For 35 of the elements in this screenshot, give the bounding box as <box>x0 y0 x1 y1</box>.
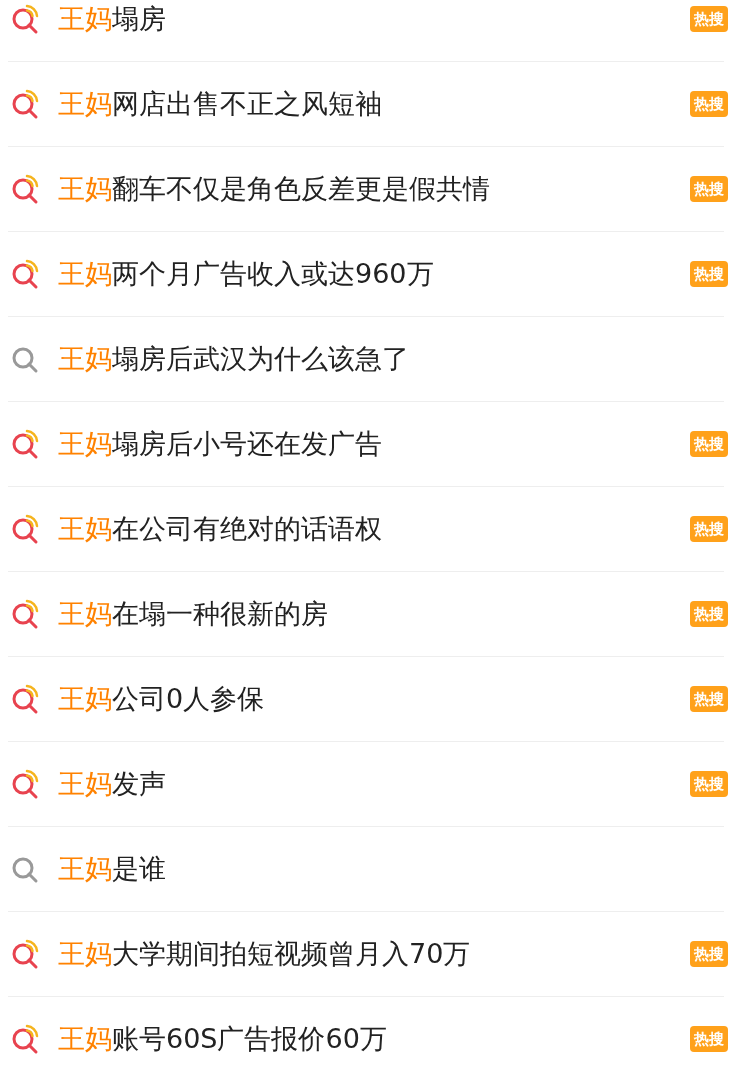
hot-badge: 热搜 <box>690 431 728 457</box>
suggestion-text: 王妈翻车不仅是角色反差更是假共情 <box>58 172 491 206</box>
hot-badge: 热搜 <box>690 771 728 797</box>
suggestion-text: 王妈在公司有绝对的话语权 <box>58 512 383 546</box>
hot-badge: 热搜 <box>690 601 728 627</box>
suggestion-text: 王妈大学期间拍短视频曾月入70万 <box>58 937 472 971</box>
suggestion-item[interactable]: 王妈塌房后武汉为什么该急了 <box>8 317 724 402</box>
hot-badge: 热搜 <box>690 516 728 542</box>
hot-badge: 热搜 <box>690 941 728 967</box>
suggestion-item[interactable]: 王妈两个月广告收入或达960万 热搜 <box>8 232 724 317</box>
hot-badge: 热搜 <box>690 1026 728 1052</box>
hot-badge: 热搜 <box>690 91 728 117</box>
suggestion-text: 王妈发声 <box>58 767 167 801</box>
suggestion-text: 王妈塌房后小号还在发广告 <box>58 427 383 461</box>
hot-badge: 热搜 <box>690 686 728 712</box>
suggestion-item[interactable]: 王妈塌房后小号还在发广告 热搜 <box>8 402 724 487</box>
hot-badge: 热搜 <box>690 261 728 287</box>
suggestion-item[interactable]: 王妈翻车不仅是角色反差更是假共情 热搜 <box>8 147 724 232</box>
suggestion-item[interactable]: 王妈网店出售不正之风短袖 热搜 <box>8 62 724 147</box>
suggestion-item[interactable]: 王妈在塌一种很新的房 热搜 <box>8 572 724 657</box>
suggestion-text: 王妈公司0人参保 <box>58 682 266 716</box>
suggestion-item[interactable]: 王妈在公司有绝对的话语权 热搜 <box>8 487 724 572</box>
suggestion-text: 王妈账号60S广告报价60万 <box>58 1022 388 1056</box>
suggestion-text: 王妈在塌一种很新的房 <box>58 597 329 631</box>
suggestion-item[interactable]: 王妈大学期间拍短视频曾月入70万 热搜 <box>8 912 724 997</box>
suggestion-text: 王妈是谁 <box>58 852 167 886</box>
suggestion-text: 王妈塌房后武汉为什么该急了 <box>58 342 410 376</box>
suggestion-item[interactable]: 王妈公司0人参保 热搜 <box>8 657 724 742</box>
suggestion-item[interactable]: 王妈发声 热搜 <box>8 742 724 827</box>
suggestion-item[interactable]: 王妈是谁 <box>8 827 724 912</box>
suggestion-text: 王妈网店出售不正之风短袖 <box>58 87 383 121</box>
hot-badge: 热搜 <box>690 176 728 202</box>
suggestion-text: 王妈塌房 <box>58 2 167 36</box>
hot-badge: 热搜 <box>690 6 728 32</box>
suggestion-text: 王妈两个月广告收入或达960万 <box>58 257 435 291</box>
